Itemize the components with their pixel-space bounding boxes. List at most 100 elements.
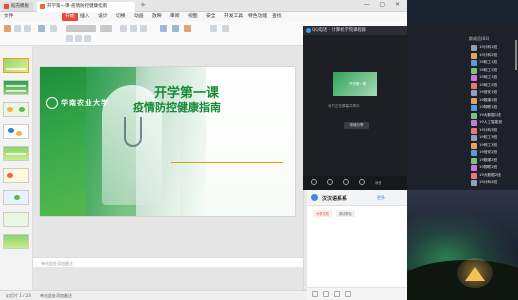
- member-name: 19计科4班: [479, 180, 498, 184]
- emoji-icon[interactable]: [312, 291, 318, 297]
- tent-icon: [465, 267, 485, 281]
- chat-toolbar: [307, 287, 407, 300]
- member-row[interactable]: 19计科4班: [471, 179, 518, 187]
- menu-features[interactable]: 特色功能: [248, 13, 267, 21]
- member-avatar-icon: [471, 157, 477, 164]
- document-tab[interactable]: 开学第一课-疫情防控健康指南: [37, 2, 135, 12]
- align-left-icon[interactable]: [120, 25, 127, 32]
- align-right-icon[interactable]: [140, 25, 147, 32]
- member-name: 19软工1班: [479, 60, 498, 64]
- scissors-icon[interactable]: [323, 291, 329, 297]
- title-bar: 稻壳模板 开学第一课-疫情防控健康指南 + — ▢ ✕: [0, 0, 407, 12]
- menu-dev-tools[interactable]: 开发工具: [224, 13, 243, 21]
- notes-placeholder: 单击此处添加备注: [41, 261, 73, 266]
- textbox-icon[interactable]: [160, 25, 167, 32]
- arrange-icon[interactable]: [184, 25, 191, 32]
- new-tab-icon[interactable]: +: [140, 1, 146, 9]
- desktop-wallpaper: [407, 190, 518, 300]
- menu-insert[interactable]: 插入: [80, 13, 90, 21]
- qq-icon: [306, 28, 311, 33]
- member-list-title: 群成员(83): [469, 36, 490, 41]
- menu-slideshow[interactable]: 放映: [152, 13, 162, 21]
- share-caption: 对方正在屏幕共享中: [328, 104, 360, 108]
- invite-tag[interactable]: 邀请群友: [335, 210, 355, 217]
- member-avatar-icon: [471, 60, 477, 66]
- shape-icon[interactable]: [172, 25, 179, 32]
- camera-icon[interactable]: [327, 179, 333, 185]
- more-icon[interactable]: [359, 179, 365, 185]
- slide-subtitle[interactable]: 疫情防控健康指南: [133, 99, 221, 115]
- call-controls: 静音: [303, 176, 407, 190]
- member-name: 19网工3班: [479, 142, 498, 147]
- group-avatar[interactable]: [311, 194, 318, 201]
- share-screen-icon[interactable]: [343, 179, 349, 185]
- paste-icon[interactable]: [4, 25, 11, 32]
- menu-animation[interactable]: 动画: [134, 13, 144, 21]
- copy-icon[interactable]: [24, 25, 31, 32]
- member-avatar-icon: [471, 150, 477, 156]
- menu-file[interactable]: 文件: [4, 13, 14, 21]
- member-avatar-icon: [471, 120, 477, 126]
- slide-thumbnail[interactable]: [3, 80, 29, 95]
- cut-icon[interactable]: [14, 25, 21, 32]
- member-avatar-icon: [471, 112, 477, 119]
- image-icon[interactable]: [345, 291, 351, 297]
- menu-review[interactable]: 审阅: [170, 13, 180, 21]
- font-size-select[interactable]: [100, 25, 112, 32]
- member-avatar-icon: [471, 105, 477, 111]
- member-avatar-icon: [471, 82, 477, 89]
- mute-icon[interactable]: [311, 179, 317, 185]
- window-controls[interactable]: — ▢ ✕: [363, 1, 404, 8]
- bold-icon[interactable]: [66, 35, 73, 42]
- slide-thumbnail[interactable]: [3, 212, 29, 227]
- slide-thumbnail[interactable]: [3, 234, 29, 249]
- notes-pane[interactable]: 单击此处添加备注: [33, 257, 303, 267]
- italic-icon[interactable]: [75, 35, 82, 42]
- underline-icon[interactable]: [84, 35, 91, 42]
- chat-more-link[interactable]: 更多: [377, 195, 385, 201]
- status-notes[interactable]: 单击此处添加备注: [40, 293, 72, 299]
- slide-thumbnail[interactable]: [3, 102, 29, 117]
- member-name: 19网工1班: [479, 75, 498, 79]
- menu-security[interactable]: 安全: [206, 13, 216, 21]
- member-avatar-icon: [471, 75, 477, 81]
- member-avatar-icon: [471, 97, 477, 104]
- slide-thumbnail[interactable]: [3, 124, 29, 139]
- member-avatar-icon: [471, 172, 477, 179]
- align-center-icon[interactable]: [130, 25, 137, 32]
- qq-call-window: QQ电话 - 计算机学院课程群 开学第一课 对方正在屏幕共享中 申请分享 静音: [303, 26, 407, 190]
- university-logo-icon: [46, 97, 58, 109]
- screen-share-preview[interactable]: 开学第一课: [333, 72, 377, 96]
- menu-view[interactable]: 视图: [188, 13, 198, 21]
- member-avatar-icon: [471, 165, 477, 171]
- menu-home[interactable]: 开始: [62, 13, 78, 21]
- member-name: 19计科2班: [479, 52, 498, 57]
- menu-search[interactable]: 查找: [272, 13, 282, 21]
- slide-thumbnail[interactable]: [3, 58, 29, 73]
- slide-thumbnail[interactable]: [3, 168, 29, 183]
- menu-design[interactable]: 设计: [98, 13, 108, 21]
- member-name: 19计科3班: [479, 127, 498, 132]
- slide-thumbnail[interactable]: [3, 190, 29, 205]
- slide-thumbnail[interactable]: [3, 146, 29, 161]
- request-share-button[interactable]: 申请分享: [344, 122, 369, 129]
- font-select[interactable]: [66, 25, 96, 32]
- university-name: 华南农业大学: [61, 98, 109, 107]
- select-icon[interactable]: [222, 25, 229, 32]
- member-name: 19信安2班: [479, 150, 498, 154]
- share-file-tag[interactable]: 分享文件: [313, 210, 333, 217]
- menu-bar: 文件 开始 插入 设计 切换 动画 放映 审阅 视图 安全 开发工具 特色功能 …: [0, 12, 407, 22]
- layout-icon[interactable]: [50, 25, 57, 32]
- member-name: 19大数据2班: [479, 172, 501, 177]
- member-avatar-icon: [471, 90, 477, 96]
- member-name: 19信安1班: [479, 90, 498, 94]
- menu-transition[interactable]: 切换: [116, 13, 126, 21]
- app-tab[interactable]: 稻壳模板: [2, 2, 33, 11]
- find-icon[interactable]: [210, 25, 217, 32]
- chat-group-name[interactable]: 汉汉语系系: [322, 195, 347, 202]
- control-label: 静音: [375, 181, 382, 185]
- new-slide-icon[interactable]: [38, 25, 45, 32]
- member-name: 19网工2班: [479, 82, 498, 87]
- qq-title-bar[interactable]: QQ电话 - 计算机学院课程群: [303, 26, 407, 35]
- folder-icon[interactable]: [334, 291, 340, 297]
